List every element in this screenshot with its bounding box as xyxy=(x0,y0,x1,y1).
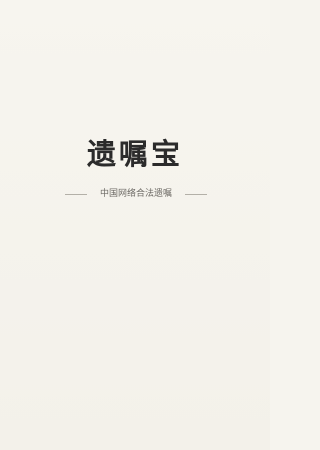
tagline-text: 中国网络合法遗嘱 xyxy=(99,189,172,199)
tagline-row: 中国网络合法遗嘱 xyxy=(0,186,270,202)
tagline-divider-left xyxy=(65,194,87,195)
tagline-divider-right xyxy=(185,194,207,195)
splash-screen: 遗嘱宝 中国网络合法遗嘱 xyxy=(0,0,270,450)
app-logo-title: 遗嘱宝 xyxy=(86,137,183,171)
